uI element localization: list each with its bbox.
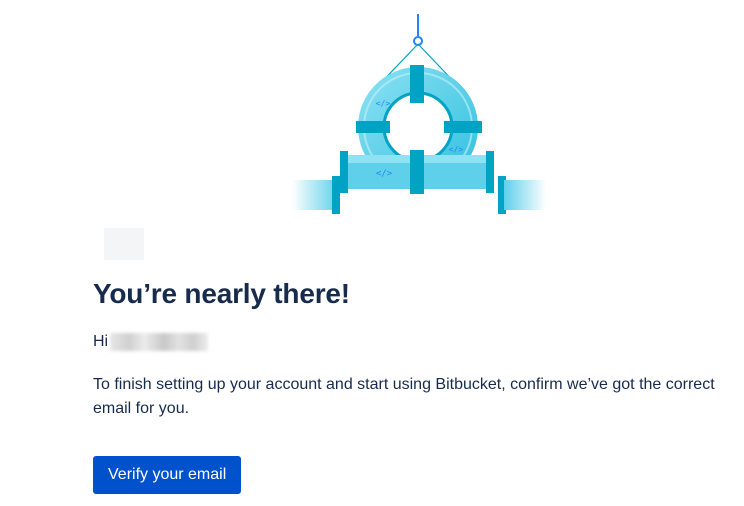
placeholder-square [104, 228, 144, 260]
instruction-text: To finish setting up your account and st… [93, 376, 715, 417]
redacted-username [110, 333, 209, 351]
hero-illustration: </> </> </> [0, 0, 744, 230]
pipe-ring-icon: </> </> </> [292, 14, 546, 214]
page-title: You’re nearly there! [93, 278, 350, 309]
verify-email-button[interactable]: Verify your email [93, 456, 242, 494]
greeting: Hi [93, 333, 209, 351]
svg-text:</>: </> [376, 169, 393, 179]
greeting-prefix: Hi [93, 333, 109, 350]
svg-text:</>: </> [449, 145, 464, 154]
svg-text:</>: </> [376, 99, 391, 108]
